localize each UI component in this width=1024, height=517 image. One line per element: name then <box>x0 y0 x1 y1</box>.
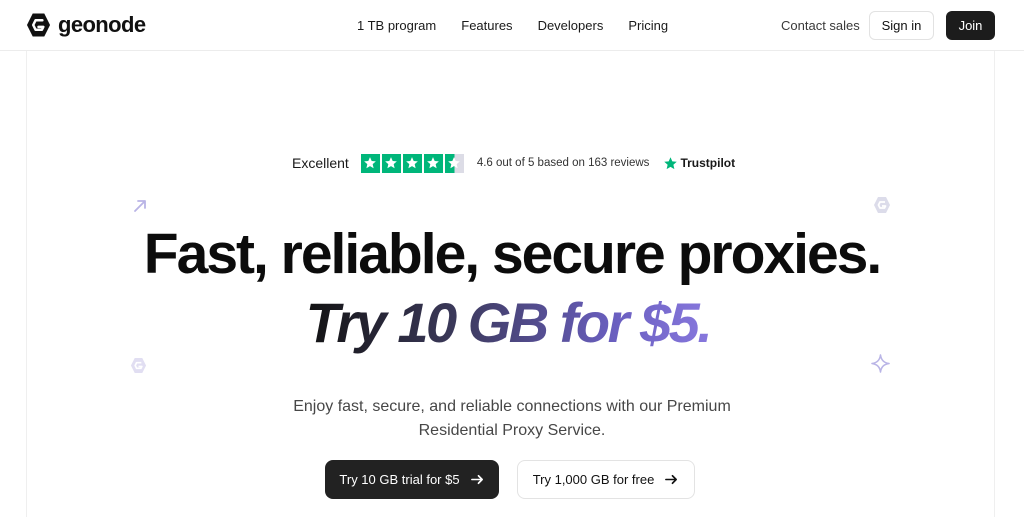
nav-item-pricing[interactable]: Pricing <box>628 18 668 33</box>
trustpilot-rating[interactable]: Excellent 4.6 out of 5 based on 163 revi… <box>292 152 735 174</box>
hero-subheadline: Try 10 GB for $5. <box>0 290 1024 355</box>
geonode-logo-icon <box>26 13 51 37</box>
arrow-right-icon <box>470 474 483 485</box>
nav-item-developers[interactable]: Developers <box>538 18 604 33</box>
half-star-icon <box>444 153 464 173</box>
brand-logo[interactable]: geonode <box>26 12 146 38</box>
brand-name: geonode <box>58 12 146 37</box>
hero-subheadline-text: Try 10 GB for $5. <box>306 291 719 354</box>
geonode-mark-icon <box>130 357 147 374</box>
hero-description-line-2: Residential Proxy Service. <box>418 422 606 439</box>
hero-description: Enjoy fast, secure, and reliable connect… <box>0 395 1024 443</box>
free-1000gb-button[interactable]: Try 1,000 GB for free <box>517 460 695 499</box>
star-icon <box>360 153 380 173</box>
hero-headline: Fast, reliable, secure proxies. <box>143 222 882 286</box>
trustpilot-logo: Trustpilot <box>663 156 735 171</box>
star-icon <box>381 153 401 173</box>
star-icon <box>423 153 443 173</box>
arrow-up-right-icon <box>134 200 146 212</box>
geonode-mark-icon <box>874 197 890 213</box>
trial-10gb-label: Try 10 GB trial for $5 <box>339 472 460 487</box>
hero-description-line-1: Enjoy fast, secure, and reliable connect… <box>293 398 731 415</box>
trustpilot-star-icon <box>664 156 678 169</box>
sparkle-icon <box>871 354 890 373</box>
contact-sales-link[interactable]: Contact sales <box>781 18 860 33</box>
arrow-right-icon <box>665 474 678 485</box>
rating-stars <box>360 153 464 173</box>
free-1000gb-label: Try 1,000 GB for free <box>532 472 655 487</box>
trustpilot-wordmark: Trustpilot <box>680 156 736 170</box>
star-icon <box>402 153 422 173</box>
join-button[interactable]: Join <box>946 11 995 40</box>
sign-in-button[interactable]: Sign in <box>869 11 934 40</box>
nav-item-features[interactable]: Features <box>461 18 512 33</box>
rating-summary: 4.6 out of 5 based on 163 reviews <box>476 157 650 169</box>
nav-item-1tb-program[interactable]: 1 TB program <box>357 18 436 33</box>
trial-10gb-button[interactable]: Try 10 GB trial for $5 <box>325 460 499 499</box>
rating-label: Excellent <box>292 155 349 171</box>
main-nav: 1 TB program Features Developers Pricing <box>357 18 668 33</box>
top-navigation-bar: geonode 1 TB program Features Developers… <box>0 0 1024 51</box>
